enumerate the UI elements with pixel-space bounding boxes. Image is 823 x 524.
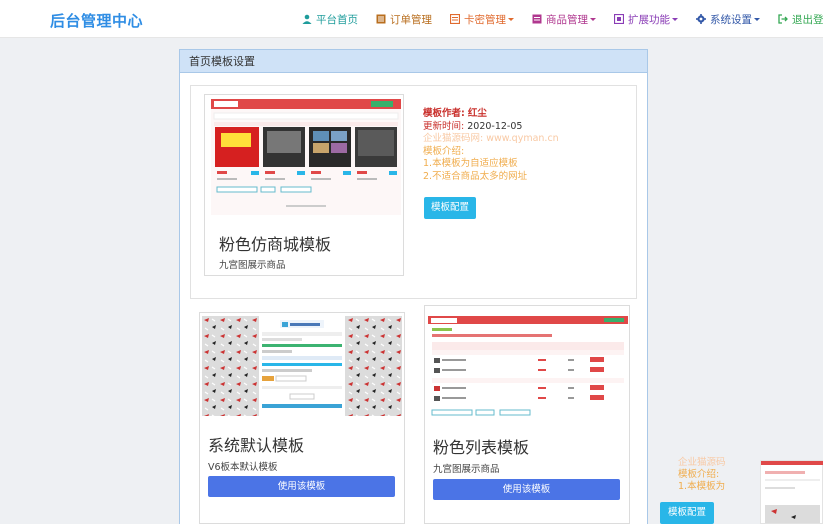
intro-label: 模板介绍: xyxy=(423,145,465,157)
template-title: 系统默认模板 xyxy=(208,436,305,455)
nav-extensions-label: 扩展功能 xyxy=(628,13,670,26)
overlay-fragment: 企业猫源码 模板介绍: 1.本模板为 模板配置 xyxy=(660,446,823,524)
overlay-config-button[interactable]: 模板配置 xyxy=(660,502,714,524)
main-nav: 平台首页 订单管理 卡密管理 商品管理 扩展功能 系统设置 退出登陆 xyxy=(302,0,823,38)
updated-value: 2020-12-05 xyxy=(467,120,523,132)
chevron-down-icon xyxy=(754,17,760,21)
template-preview-image xyxy=(211,99,401,215)
use-template-button[interactable]: 使用该模板 xyxy=(208,476,395,497)
template-description: V6板本默认模板 xyxy=(208,462,278,473)
nav-logout[interactable]: 退出登陆 xyxy=(778,12,823,27)
chevron-down-icon xyxy=(590,17,596,21)
top-navbar: 后台管理中心 平台首页 订单管理 卡密管理 商品管理 扩展功能 系统设置 退出登 xyxy=(0,0,823,38)
gear-icon xyxy=(696,14,706,24)
template-card-default: 系统默认模板 V6板本默认模板 使用该模板 xyxy=(199,312,405,524)
chevron-down-icon xyxy=(672,17,678,21)
nav-cards[interactable]: 卡密管理 xyxy=(450,12,514,27)
nav-orders[interactable]: 订单管理 xyxy=(376,12,432,27)
updated-label: 更新时间: xyxy=(423,120,465,132)
shop-icon xyxy=(532,14,542,24)
default-template-preview xyxy=(202,316,402,416)
current-template-box: 粉色仿商城模板 九宫图展示商品 模板作者: 红尘 更新时间: 2020-12-0… xyxy=(190,85,637,299)
logout-icon xyxy=(778,14,788,24)
extension-icon xyxy=(614,14,624,24)
nav-cards-label: 卡密管理 xyxy=(464,13,506,26)
template-config-button[interactable]: 模板配置 xyxy=(424,197,476,219)
nav-extensions[interactable]: 扩展功能 xyxy=(614,12,678,27)
nav-logout-label: 退出登陆 xyxy=(792,13,823,26)
nav-orders-label: 订单管理 xyxy=(390,13,432,26)
nav-home[interactable]: 平台首页 xyxy=(302,12,358,27)
card-icon xyxy=(450,14,460,24)
app-title[interactable]: 后台管理中心 xyxy=(50,10,143,31)
pink-list-preview xyxy=(428,316,628,420)
template-preview-image xyxy=(428,316,628,420)
intro-line-2: 2.不适合商品太多的网址 xyxy=(423,170,528,182)
use-template-button[interactable]: 使用该模板 xyxy=(433,479,620,500)
chevron-down-icon xyxy=(508,17,514,21)
template-title: 粉色列表模板 xyxy=(433,438,530,457)
template-title: 粉色仿商城模板 xyxy=(219,235,332,254)
template-settings-panel: 首页模板设置 粉色仿商城模板 九宫图展示商品 模板作者: 红尘 更新时间: 20… xyxy=(179,49,648,524)
overlay-preview xyxy=(760,460,823,524)
template-description: 九宫图展示商品 xyxy=(433,464,500,475)
updated-row: 更新时间: 2020-12-05 xyxy=(423,121,559,134)
overlay-preview-image xyxy=(761,461,823,523)
nav-products-label: 商品管理 xyxy=(546,13,588,26)
template-info: 模板作者: 红尘 更新时间: 2020-12-05 企业猫源码网: www.qy… xyxy=(423,108,559,183)
author-label: 模板作者: xyxy=(423,108,465,119)
user-icon xyxy=(302,14,312,24)
nav-settings-label: 系统设置 xyxy=(710,13,752,26)
author-row: 模板作者: 红尘 xyxy=(423,108,559,121)
intro-line-1: 1.本模板为自适应模板 xyxy=(423,158,518,169)
panel-title: 首页模板设置 xyxy=(180,50,647,73)
template-description: 九宫图展示商品 xyxy=(219,260,286,271)
source-watermark: 企业猫源码网: www.qyman.cn xyxy=(423,133,559,144)
nav-products[interactable]: 商品管理 xyxy=(532,12,596,27)
template-card-pink-list: 粉色列表模板 九宫图展示商品 使用该模板 xyxy=(424,305,630,524)
nav-settings[interactable]: 系统设置 xyxy=(696,12,760,27)
template-preview-image xyxy=(202,316,402,416)
nav-home-label: 平台首页 xyxy=(316,13,358,26)
overlay-intro-1: 1.本模板为 xyxy=(678,481,726,492)
list-icon xyxy=(376,14,386,24)
template-card-pink-mall: 粉色仿商城模板 九宫图展示商品 xyxy=(204,94,404,276)
pink-mall-preview xyxy=(211,99,401,215)
author-value: 红尘 xyxy=(467,108,487,119)
